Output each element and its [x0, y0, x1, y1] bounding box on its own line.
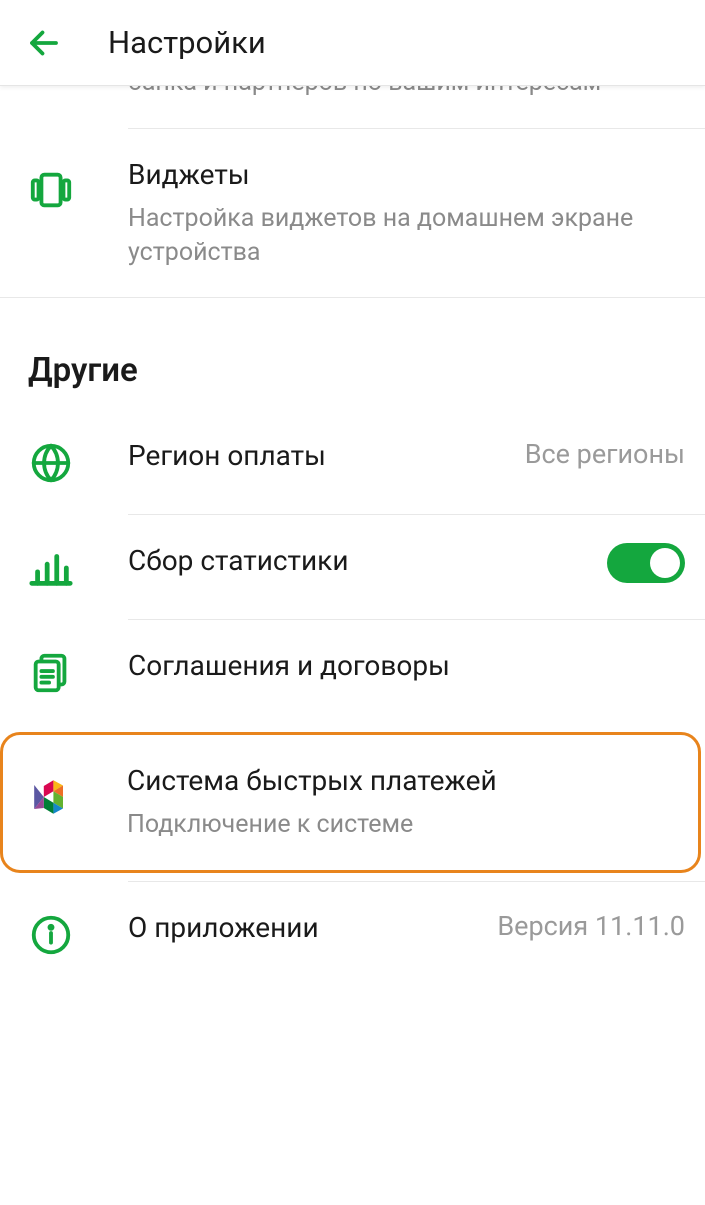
documents-icon [28, 650, 74, 696]
toggle-knob [650, 548, 680, 578]
sbp-subtitle: Подключение к системе [127, 808, 678, 842]
highlight-sbp: Система быстрых платежей Подключение к с… [0, 732, 701, 873]
row-widgets[interactable]: Виджеты Настройка виджетов на домашнем э… [0, 129, 705, 298]
row-agreements[interactable]: Соглашения и договоры [0, 620, 705, 724]
page-title: Настройки [108, 24, 266, 61]
sbp-title: Система быстрых платежей [127, 763, 678, 798]
statistics-title: Сбор статистики [128, 543, 595, 578]
statistics-toggle[interactable] [607, 543, 685, 583]
widgets-subtitle: Настройка виджетов на домашнем экране ус… [128, 202, 685, 270]
app-header: Настройки [0, 0, 705, 86]
bar-chart-icon [28, 545, 74, 591]
globe-icon [28, 440, 74, 486]
offers-subtitle: банка и партнёров по вашим интересам [128, 86, 685, 100]
widgets-title: Виджеты [128, 157, 685, 192]
arrow-left-icon [26, 25, 62, 61]
widgets-icon [28, 167, 74, 213]
row-statistics[interactable]: Сбор статистики [0, 515, 705, 619]
sbp-icon [27, 773, 75, 821]
info-icon [28, 912, 74, 958]
row-about[interactable]: О приложении Версия 11.11.0 [0, 882, 705, 986]
about-title: О приложении [128, 910, 485, 945]
section-other-title: Другие [0, 307, 705, 410]
agreements-title: Соглашения и договоры [128, 648, 685, 683]
row-sbp[interactable]: Система быстрых платежей Подключение к с… [3, 735, 698, 870]
back-button[interactable] [20, 19, 68, 67]
region-title: Регион оплаты [128, 438, 513, 473]
section-gap [0, 297, 705, 307]
about-version: Версия 11.11.0 [497, 910, 685, 942]
row-offers-partial[interactable]: банка и партнёров по вашим интересам [0, 86, 705, 128]
settings-list: банка и партнёров по вашим интересам Вид… [0, 86, 705, 1205]
region-value: Все регионы [525, 438, 685, 470]
row-region[interactable]: Регион оплаты Все регионы [0, 410, 705, 514]
